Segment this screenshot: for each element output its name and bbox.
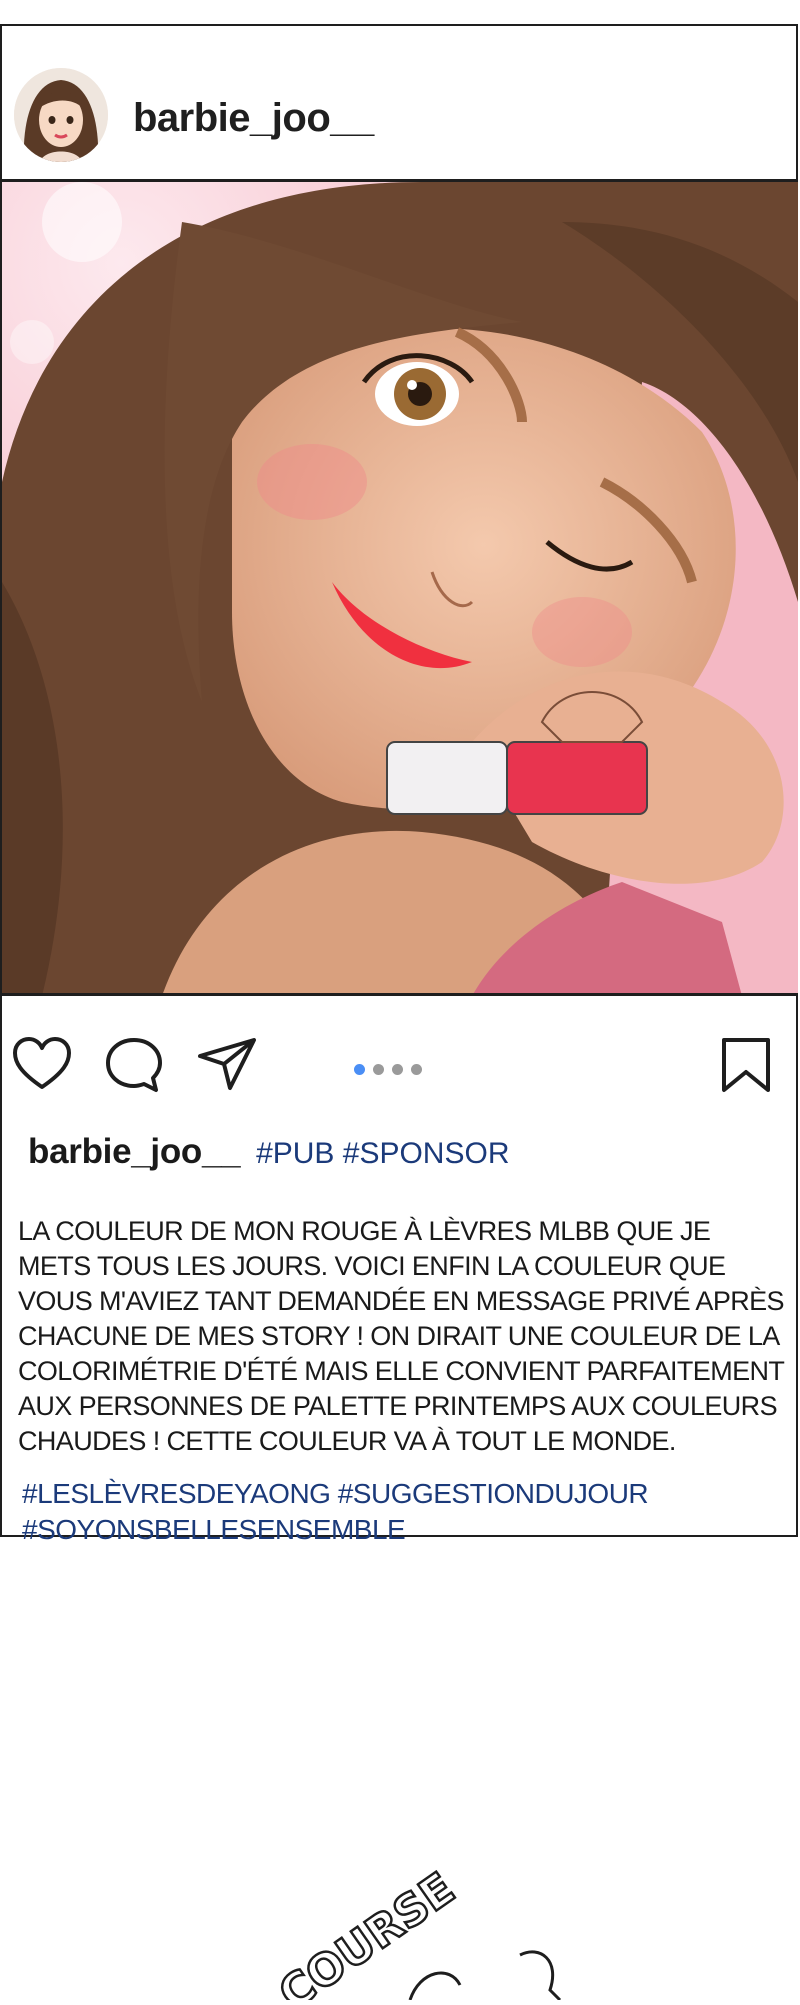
carousel-indicator	[354, 1064, 422, 1075]
post-header: barbie_joo__	[2, 26, 796, 182]
avatar[interactable]	[14, 68, 108, 162]
comment-icon[interactable]	[104, 1036, 164, 1099]
post-username[interactable]: barbie_joo__	[133, 96, 374, 141]
send-icon[interactable]	[196, 1036, 258, 1097]
caption-tags[interactable]: #PUB #SPONSOR	[256, 1137, 509, 1170]
carousel-dot[interactable]	[411, 1064, 422, 1075]
carousel-dot[interactable]	[354, 1064, 365, 1075]
sound-effect-lettering: COURSE	[260, 1860, 600, 2005]
caption-username[interactable]: barbie_joo__	[28, 1132, 241, 1171]
post-image[interactable]	[2, 182, 798, 996]
heart-icon[interactable]	[12, 1036, 72, 1097]
carousel-dot[interactable]	[392, 1064, 403, 1075]
instagram-post: barbie_joo__ barbie_joo__ #PUB #SPONSOR …	[0, 24, 798, 1545]
caption-text: LA COULEUR DE MON ROUGE À LÈVRES MLBB QU…	[18, 1216, 785, 1456]
post-actions	[2, 1036, 796, 1106]
carousel-dot[interactable]	[373, 1064, 384, 1075]
hashtags[interactable]: #LESLÈVRESDEYAONG #SUGGESTIONDUJOUR #SOY…	[22, 1476, 782, 1548]
bookmark-icon[interactable]	[720, 1036, 772, 1099]
caption-header: barbie_joo__ #PUB #SPONSOR	[28, 1132, 509, 1172]
sfx-text: COURSE	[270, 1863, 464, 2000]
